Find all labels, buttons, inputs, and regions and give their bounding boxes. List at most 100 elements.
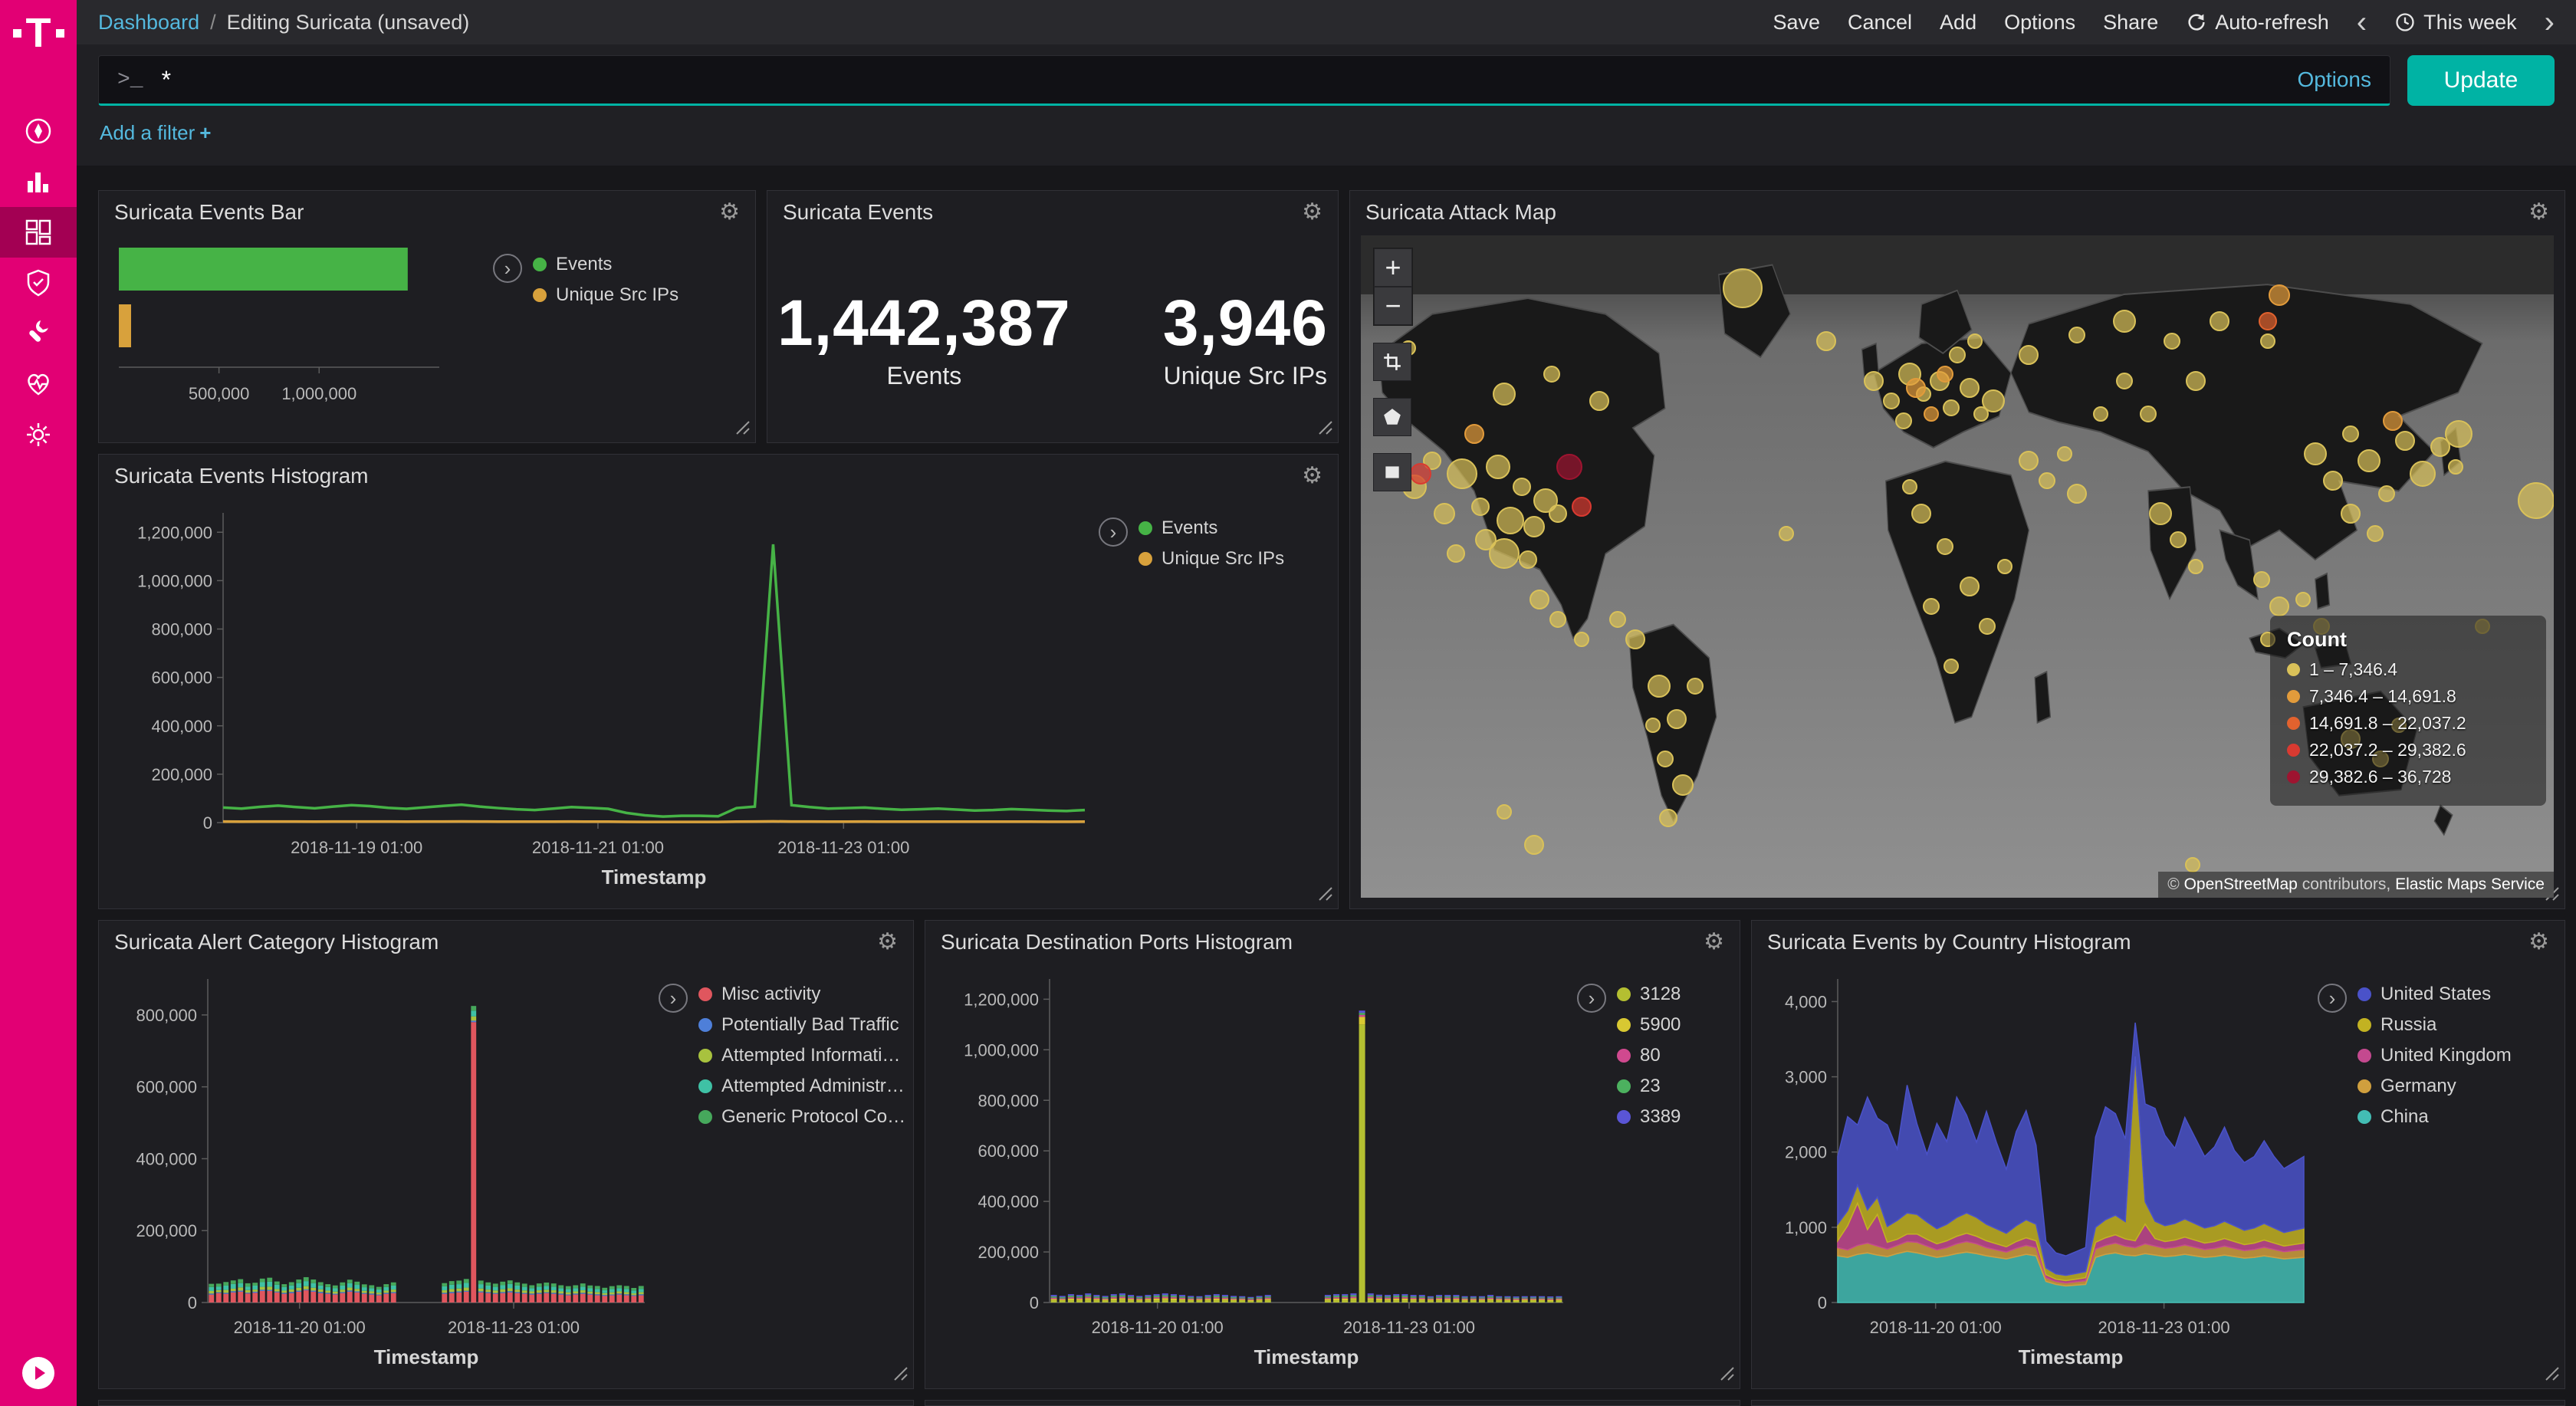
attack-bubble[interactable] [1530, 590, 1549, 609]
legend-toggle-icon[interactable]: › [659, 984, 688, 1013]
attack-bubble[interactable] [2367, 525, 2384, 542]
update-button[interactable]: Update [2407, 55, 2555, 106]
attack-bubble[interactable] [2068, 327, 2085, 343]
attack-bubble[interactable] [2170, 531, 2187, 548]
attack-bubble[interactable] [1949, 347, 1966, 363]
sidebar-item-dashboard[interactable] [0, 207, 77, 258]
attack-bubble[interactable] [1960, 577, 1980, 596]
attack-bubble[interactable] [1659, 809, 1677, 827]
save-button[interactable]: Save [1773, 11, 1820, 34]
cancel-button[interactable]: Cancel [1848, 11, 1912, 34]
query-options-link[interactable]: Options [2298, 67, 2372, 92]
map-draw-rectangle-button[interactable] [1373, 453, 1411, 491]
attack-bubble[interactable] [2410, 461, 2436, 487]
map-fit-data-button[interactable] [1373, 343, 1411, 381]
resize-handle-icon[interactable] [1318, 420, 1333, 439]
attack-bubble[interactable] [1672, 774, 1694, 796]
attack-bubble[interactable] [1489, 538, 1520, 569]
attack-bubble[interactable] [1524, 835, 1544, 855]
map-draw-polygon-button[interactable] [1373, 398, 1411, 436]
time-forward-button[interactable]: › [2545, 7, 2555, 38]
legend-item[interactable]: 3128 [1617, 984, 1681, 1005]
legend-toggle-icon[interactable]: › [1577, 984, 1606, 1013]
attack-bubble[interactable] [2304, 442, 2327, 465]
options-button[interactable]: Options [2004, 11, 2075, 34]
attack-bubble[interactable] [2057, 446, 2072, 462]
osm-link[interactable]: OpenStreetMap [2184, 875, 2298, 893]
attack-bubble[interactable] [2140, 406, 2157, 422]
attack-bubble[interactable] [1574, 632, 1589, 647]
attack-bubble[interactable] [2067, 484, 2087, 504]
attack-bubble[interactable] [1864, 371, 1884, 391]
attack-bubble[interactable] [2113, 310, 2136, 333]
attack-bubble[interactable] [2342, 425, 2359, 442]
attack-bubble[interactable] [1943, 399, 1960, 416]
legend-item[interactable]: 3389 [1617, 1106, 1681, 1128]
attack-bubble[interactable] [1464, 424, 1484, 444]
legend-item[interactable]: China [2358, 1106, 2512, 1128]
attack-bubble[interactable] [2186, 371, 2206, 391]
legend-item[interactable]: United Kingdom [2358, 1045, 2512, 1066]
ems-link[interactable]: Elastic Maps Service [2395, 875, 2545, 893]
attack-bubble[interactable] [1911, 504, 1931, 524]
attack-bubble[interactable] [2269, 284, 2290, 306]
attack-bubble[interactable] [1589, 391, 1609, 411]
attack-bubble[interactable] [1937, 538, 1953, 555]
share-button[interactable]: Share [2103, 11, 2158, 34]
resize-handle-icon[interactable] [1318, 886, 1333, 905]
attack-bubble[interactable] [2383, 411, 2403, 431]
attack-bubble[interactable] [1549, 611, 1566, 628]
legend-item[interactable]: Attempted Informati… [698, 1045, 905, 1066]
legend-item[interactable]: Unique Src IPs [533, 284, 678, 306]
attack-bubble[interactable] [1645, 718, 1661, 733]
tmobile-logo[interactable]: T [0, 6, 77, 60]
time-back-button[interactable]: ‹ [2357, 7, 2367, 38]
legend-toggle-icon[interactable]: › [1099, 517, 1128, 547]
alert-category-chart[interactable]: 0200,000400,000600,000800,0002018-11-20 … [108, 964, 659, 1379]
add-filter-link[interactable]: Add a filter+ [100, 121, 211, 144]
resize-handle-icon[interactable] [735, 420, 751, 439]
attack-bubble[interactable] [2358, 449, 2380, 472]
dest-ports-chart[interactable]: 0200,000400,000600,000800,0001,000,0001,… [935, 964, 1577, 1379]
sidebar-item-visualize[interactable] [0, 156, 77, 207]
attack-bubble[interactable] [2323, 471, 2343, 491]
attack-bubble[interactable] [1816, 331, 1836, 351]
attack-bubble[interactable] [2253, 571, 2270, 588]
attack-bubble[interactable] [1447, 544, 1465, 563]
attack-bubble[interactable] [1486, 455, 1510, 479]
attack-bubble[interactable] [2295, 592, 2311, 607]
attack-bubble[interactable] [1657, 751, 1674, 767]
legend-item[interactable]: Generic Protocol Co… [698, 1106, 905, 1128]
attack-bubble[interactable] [1519, 550, 1537, 569]
sidebar-item-siem[interactable] [0, 258, 77, 308]
legend-item[interactable]: Germany [2358, 1076, 2512, 1097]
panel-gear-icon[interactable]: ⚙ [877, 931, 898, 954]
attack-bubble[interactable] [1543, 366, 1560, 383]
legend-toggle-icon[interactable]: › [493, 254, 522, 283]
legend-item[interactable]: 5900 [1617, 1014, 1681, 1036]
legend-item[interactable]: Misc activity [698, 984, 905, 1005]
attack-bubble[interactable] [1997, 559, 2013, 574]
attack-bubble[interactable] [1982, 389, 2005, 412]
sidebar-item-dev-tools[interactable] [0, 308, 77, 359]
attack-bubble[interactable] [2019, 451, 2039, 471]
legend-item[interactable]: Unique Src IPs [1138, 548, 1284, 570]
attack-bubble[interactable] [1687, 678, 1704, 695]
attack-bubble[interactable] [1572, 497, 1592, 517]
attack-bubble[interactable] [2164, 333, 2180, 350]
attack-bubble[interactable] [1960, 378, 1980, 398]
legend-item[interactable]: Events [1138, 517, 1284, 539]
attack-bubble[interactable] [2269, 596, 2289, 616]
legend-item[interactable]: Events [533, 254, 678, 275]
attack-bubble[interactable] [1967, 333, 1983, 349]
panel-gear-icon[interactable]: ⚙ [1302, 465, 1322, 488]
time-range-button[interactable]: This week [2394, 11, 2517, 34]
sidebar-item-management[interactable] [0, 409, 77, 460]
legend-item[interactable]: 80 [1617, 1045, 1681, 1066]
attack-bubble[interactable] [1648, 675, 1671, 698]
breadcrumb-dashboard-link[interactable]: Dashboard [98, 11, 199, 34]
legend-item[interactable]: 23 [1617, 1076, 1681, 1097]
attack-bubble[interactable] [1667, 709, 1687, 729]
attack-bubble[interactable] [2210, 311, 2229, 331]
attack-bubble[interactable] [2445, 420, 2472, 448]
